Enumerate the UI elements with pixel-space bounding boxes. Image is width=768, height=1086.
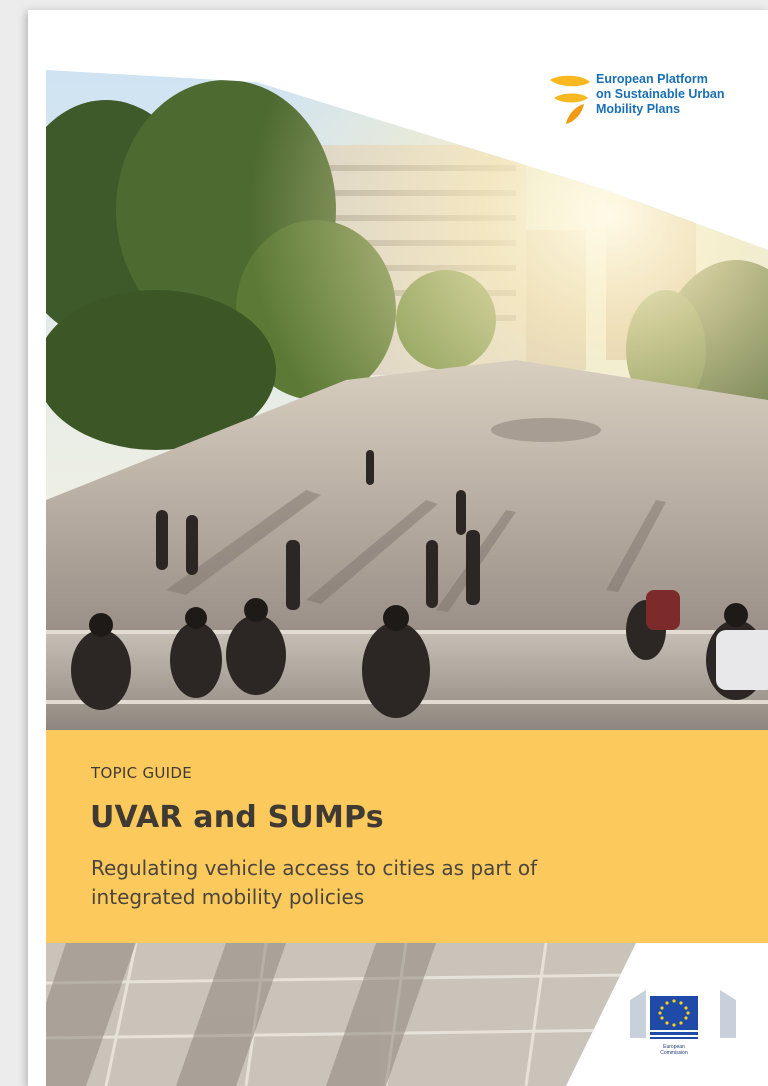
platform-logo: European Platform on Sustainable Urban M… [548, 70, 758, 130]
document-title: UVAR and SUMPs [90, 800, 384, 835]
document-type: TOPIC GUIDE [91, 764, 193, 782]
european-commission-emblem-icon [630, 990, 736, 1039]
document-cover: European Platform on Sustainable Urban M… [28, 10, 768, 1086]
european-commission-logo: European Commission [628, 982, 738, 1066]
platform-logo-line2: on Sustainable Urban [596, 87, 725, 101]
subtitle-line-2: integrated mobility policies [91, 885, 365, 909]
ec-label-line2: Commission [660, 1050, 688, 1056]
cover-photo-square [46, 70, 768, 730]
platform-logo-icon [550, 75, 590, 124]
european-commission-label: European Commission [644, 1044, 704, 1056]
platform-logo-line3: Mobility Plans [596, 102, 681, 116]
platform-logo-line1: European Platform [596, 72, 708, 86]
title-band: TOPIC GUIDE UVAR and SUMPs Regulating ve… [46, 730, 768, 943]
subtitle-line-1: Regulating vehicle access to cities as p… [91, 856, 538, 880]
document-subtitle: Regulating vehicle access to cities as p… [91, 854, 691, 912]
